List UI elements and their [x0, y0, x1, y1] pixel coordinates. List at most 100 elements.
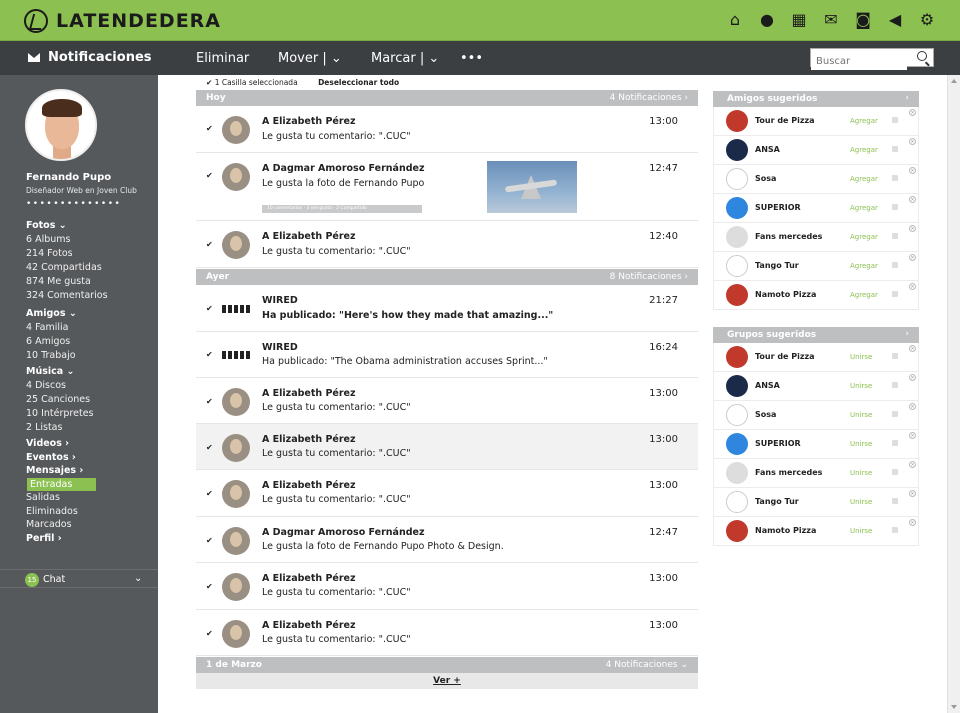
dismiss-icon[interactable]: × — [909, 109, 916, 116]
notification-row[interactable]: ✔ WIRED Ha publicado: "The Obama adminis… — [196, 332, 698, 378]
sidebar-item-salidas[interactable]: Salidas — [26, 491, 96, 505]
suggestion-item[interactable]: ANSA Agregar × — [713, 136, 919, 165]
sidebar-item-eliminados[interactable]: Eliminados — [26, 505, 96, 519]
suggestion-name[interactable]: ANSA — [755, 381, 780, 390]
sidebar-item-musica[interactable]: Música ⌄ — [26, 365, 94, 379]
scroll-up-arrow[interactable] — [951, 79, 957, 83]
home-icon[interactable]: ⌂ — [726, 11, 744, 29]
notification-row[interactable]: ✔ A Elizabeth Pérez Le gusta tu comentar… — [196, 610, 698, 656]
dismiss-icon[interactable]: × — [909, 167, 916, 174]
user-icon[interactable]: ● — [758, 11, 776, 29]
suggestion-action-button[interactable]: Agregar — [850, 291, 878, 299]
dismiss-icon[interactable]: × — [909, 490, 916, 497]
notification-sender[interactable]: A Elizabeth Pérez — [262, 231, 356, 242]
suggestion-item[interactable]: ANSA Unirse × — [713, 372, 919, 401]
dismiss-icon[interactable]: × — [909, 225, 916, 232]
suggestion-item[interactable]: Tango Tur Agregar × — [713, 252, 919, 281]
notification-sender[interactable]: WIRED — [262, 295, 298, 306]
suggestion-name[interactable]: Fans mercedes — [755, 468, 822, 477]
check-icon[interactable]: ✔ — [206, 443, 213, 452]
check-icon[interactable]: ✔ — [206, 350, 213, 359]
chevron-down-icon[interactable]: ⌄ — [134, 573, 142, 584]
suggestion-item[interactable]: Sosa Agregar × — [713, 165, 919, 194]
suggestion-action-button[interactable]: Agregar — [850, 262, 878, 270]
deselect-all-link[interactable]: Deseleccionar todo — [318, 78, 399, 87]
suggestion-action-button[interactable]: Unirse — [850, 411, 872, 419]
sidebar-subitem[interactable]: 6 Amigos — [26, 335, 77, 349]
gear-icon[interactable]: ⚙ — [918, 11, 936, 29]
notification-sender[interactable]: A Elizabeth Pérez — [262, 620, 356, 631]
notification-row[interactable]: ✔ A Elizabeth Pérez Le gusta tu comentar… — [196, 563, 698, 610]
suggestion-name[interactable]: Tour de Pizza — [755, 116, 815, 125]
sidebar-item-eventos[interactable]: Eventos › — [26, 451, 96, 465]
suggestion-name[interactable]: Namoto Pizza — [755, 290, 816, 299]
suggestion-item[interactable]: SUPERIOR Unirse × — [713, 430, 919, 459]
suggestion-action-button[interactable]: Agregar — [850, 204, 878, 212]
scroll-down-arrow[interactable] — [951, 705, 957, 709]
group-header-hoy[interactable]: Hoy 4 Notificaciones › — [196, 90, 698, 106]
notification-sender[interactable]: A Dagmar Amoroso Fernández — [262, 527, 424, 538]
suggestion-action-button[interactable]: Unirse — [850, 469, 872, 477]
check-icon[interactable]: ✔ — [206, 536, 213, 545]
suggestion-action-button[interactable]: Unirse — [850, 440, 872, 448]
suggestion-name[interactable]: Sosa — [755, 174, 776, 183]
dismiss-icon[interactable]: × — [909, 374, 916, 381]
suggestion-item[interactable]: Namoto Pizza Unirse × — [713, 517, 919, 546]
dismiss-icon[interactable]: × — [909, 403, 916, 410]
chevron-right-icon[interactable]: › — [905, 93, 909, 103]
suggestion-name[interactable]: Namoto Pizza — [755, 526, 816, 535]
notification-sender[interactable]: A Elizabeth Pérez — [262, 116, 356, 127]
suggestion-action-button[interactable]: Unirse — [850, 498, 872, 506]
see-more-link[interactable]: Ver + — [433, 676, 461, 686]
suggestion-item[interactable]: Namoto Pizza Agregar × — [713, 281, 919, 310]
suggestion-item[interactable]: Sosa Unirse × — [713, 401, 919, 430]
avatar[interactable] — [25, 89, 97, 161]
chat-bar[interactable]: 15 Chat ⌄ — [0, 569, 158, 588]
notification-row[interactable]: ✔ A Elizabeth Pérez Le gusta tu comentar… — [196, 106, 698, 153]
suggested-groups-header[interactable]: Grupos sugeridos › — [713, 327, 919, 343]
check-icon[interactable]: ✔ — [206, 629, 213, 638]
notification-row[interactable]: ✔ WIRED Ha publicado: "Here's how they m… — [196, 285, 698, 332]
notification-sender[interactable]: A Elizabeth Pérez — [262, 573, 356, 584]
suggestion-action-button[interactable]: Agregar — [850, 146, 878, 154]
sidebar-item-marcados[interactable]: Marcados — [26, 518, 96, 532]
notification-row-selected[interactable]: ✔ A Elizabeth Pérez Le gusta tu comentar… — [196, 424, 698, 470]
app-logo[interactable]: LATENDEDERA — [24, 9, 221, 33]
delete-button[interactable]: Eliminar — [196, 51, 249, 66]
suggestion-action-button[interactable]: Unirse — [850, 527, 872, 535]
check-icon[interactable]: ✔ — [206, 304, 213, 313]
sidebar-subitem[interactable]: 324 Comentarios — [26, 289, 108, 303]
dismiss-icon[interactable]: × — [909, 461, 916, 468]
search-icon[interactable] — [917, 51, 927, 61]
suggestion-action-button[interactable]: Agregar — [850, 233, 878, 241]
group-header-1-marzo[interactable]: 1 de Marzo 4 Notificaciones ⌄ — [196, 657, 698, 673]
dismiss-icon[interactable]: × — [909, 254, 916, 261]
suggestion-name[interactable]: Tango Tur — [755, 261, 799, 270]
sidebar-subitem[interactable]: 874 Me gusta — [26, 275, 108, 289]
sidebar-item-videos[interactable]: Videos › — [26, 437, 96, 451]
suggestion-action-button[interactable]: Agregar — [850, 117, 878, 125]
suggestion-name[interactable]: Tour de Pizza — [755, 352, 815, 361]
dismiss-icon[interactable]: × — [909, 432, 916, 439]
sidebar-item-entradas[interactable]: Entradas — [27, 477, 97, 491]
sidebar-subitem[interactable]: 25 Canciones — [26, 393, 94, 407]
notification-row[interactable]: ✔ A Elizabeth Pérez Le gusta tu comentar… — [196, 378, 698, 424]
sidebar-subitem[interactable]: 214 Fotos — [26, 247, 108, 261]
sidebar-subitem[interactable]: 10 Intérpretes — [26, 407, 94, 421]
calendar-icon[interactable]: ▦ — [790, 11, 808, 29]
suggestion-item[interactable]: Fans mercedes Unirse × — [713, 459, 919, 488]
check-icon[interactable]: ✔ — [206, 240, 213, 249]
suggestion-name[interactable]: SUPERIOR — [755, 203, 801, 212]
suggestion-name[interactable]: ANSA — [755, 145, 780, 154]
sidebar-subitem[interactable]: 6 Albums — [26, 233, 108, 247]
move-button[interactable]: Mover | ⌄ — [278, 51, 342, 66]
mark-button[interactable]: Marcar | ⌄ — [371, 51, 439, 66]
suggestion-name[interactable]: Sosa — [755, 410, 776, 419]
chevron-right-icon[interactable]: › — [905, 329, 909, 339]
mail-icon[interactable]: ✉ — [822, 11, 840, 29]
sidebar-subitem[interactable]: 4 Discos — [26, 379, 94, 393]
notification-sender[interactable]: A Dagmar Amoroso Fernández — [262, 163, 424, 174]
suggestion-item[interactable]: SUPERIOR Agregar × — [713, 194, 919, 223]
check-icon[interactable]: ✔ — [206, 171, 213, 180]
suggestion-name[interactable]: SUPERIOR — [755, 439, 801, 448]
